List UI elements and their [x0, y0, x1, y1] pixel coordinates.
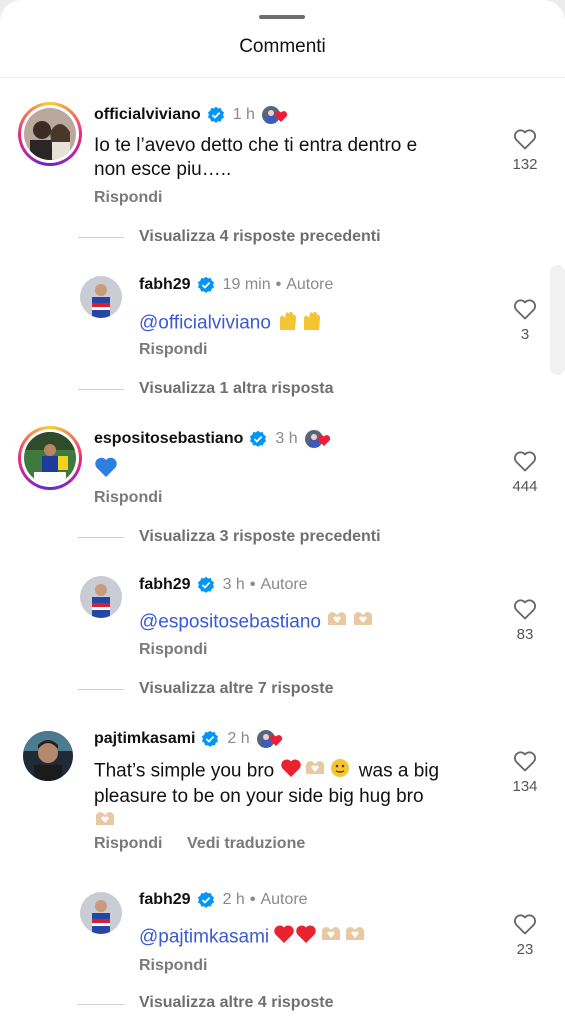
view-replies-button[interactable]: Visualizza 1 altra risposta: [139, 380, 333, 398]
like-button[interactable]: 132: [503, 128, 547, 173]
author-liked-icon: [261, 105, 291, 125]
avatar[interactable]: [80, 276, 122, 318]
reply-button[interactable]: Rispondi: [94, 489, 162, 507]
drag-handle[interactable]: [259, 15, 305, 19]
avatar[interactable]: [80, 892, 122, 934]
like-button[interactable]: 444: [503, 450, 547, 495]
header-divider: [0, 77, 565, 78]
comment-meta: espositosebastiano 3 h: [94, 429, 334, 449]
heart-icon: [513, 599, 537, 620]
heart-icon: [513, 299, 537, 320]
verified-badge-icon: [197, 576, 214, 593]
comment-meta: pajtimkasami 2 h: [94, 729, 286, 749]
username[interactable]: pajtimkasami: [94, 730, 195, 748]
thread-line: [78, 1004, 124, 1005]
reply-button[interactable]: Rispondi: [94, 835, 162, 853]
like-count: 83: [516, 626, 534, 643]
comment-text: Io te l’avevo detto che ti entra dentro …: [94, 135, 418, 180]
avatar[interactable]: [18, 102, 82, 166]
username[interactable]: fabh29: [139, 576, 191, 594]
heart-icon: [513, 914, 537, 935]
raising-hands-icon: [276, 309, 326, 338]
timestamp: 3 h: [222, 576, 245, 593]
view-replies-button[interactable]: Visualizza 3 risposte precedenti: [139, 528, 381, 546]
comment-meta: fabh29 2 h • Autore: [139, 891, 308, 909]
reply-button[interactable]: Rispondi: [139, 641, 207, 659]
view-replies-button[interactable]: Visualizza 4 risposte precedenti: [139, 228, 381, 246]
mention-link[interactable]: @officialviviano: [139, 313, 271, 334]
like-button[interactable]: 83: [503, 598, 547, 643]
mention-link[interactable]: @pajtimkasami: [139, 927, 269, 948]
reply-button[interactable]: Rispondi: [139, 957, 207, 975]
timestamp: 2 h: [227, 730, 250, 747]
comment-text: That’s simple you bro was a big pleasure…: [94, 758, 494, 834]
comment-text: @pajtimkasami: [139, 924, 370, 951]
like-button[interactable]: 3: [503, 298, 547, 343]
comment-meta: fabh29 3 h • Autore: [139, 576, 308, 594]
timestamp: 19 min: [222, 276, 271, 293]
see-translation-button[interactable]: Vedi traduzione: [187, 835, 305, 853]
username[interactable]: fabh29: [139, 276, 191, 294]
like-count: 444: [512, 478, 538, 495]
reply-button[interactable]: Rispondi: [139, 341, 207, 359]
verified-badge-icon: [197, 276, 214, 293]
author-liked-icon: [256, 729, 286, 749]
like-count: 132: [512, 156, 538, 173]
heart-icon: [513, 129, 537, 150]
heart-icon: [513, 451, 537, 472]
reply-button[interactable]: Rispondi: [94, 189, 162, 207]
username[interactable]: fabh29: [139, 891, 191, 909]
emoji-group-icon: [280, 758, 354, 785]
like-button[interactable]: 23: [503, 913, 547, 958]
author-label: Autore: [260, 891, 308, 908]
username[interactable]: officialviviano: [94, 106, 201, 124]
comment-meta: officialviviano 1 h: [94, 105, 291, 125]
blue-heart-icon: [94, 456, 118, 485]
timestamp: 3 h: [275, 430, 298, 447]
comment-meta: fabh29 19 min • Autore: [139, 276, 334, 294]
avatar[interactable]: [80, 576, 122, 618]
comments-sheet: Commenti officialviviano 1 h Io te l’ave…: [0, 0, 565, 1030]
scrollbar[interactable]: [550, 265, 565, 375]
thread-line: [78, 389, 124, 390]
author-label: Autore: [286, 276, 334, 293]
like-count: 134: [512, 778, 538, 795]
comment-text: @espositosebastiano: [139, 609, 376, 636]
heart-hands-icon: [94, 809, 116, 834]
emoji-group-icon: [274, 924, 370, 951]
verified-badge-icon: [207, 106, 224, 123]
avatar[interactable]: [18, 426, 82, 490]
like-count: 3: [520, 326, 530, 343]
username[interactable]: espositosebastiano: [94, 430, 243, 448]
avatar[interactable]: [23, 731, 73, 781]
timestamp: 2 h: [222, 891, 245, 908]
thread-line: [78, 237, 124, 238]
like-count: 23: [516, 941, 534, 958]
view-replies-button[interactable]: Visualizza altre 7 risposte: [139, 680, 333, 698]
heart-hands-icon: [326, 609, 376, 636]
page-title: Commenti: [239, 36, 326, 57]
verified-badge-icon: [250, 430, 267, 447]
thread-line: [78, 537, 124, 538]
author-label: Autore: [260, 576, 308, 593]
verified-badge-icon: [197, 891, 214, 908]
verified-badge-icon: [202, 730, 219, 747]
heart-icon: [513, 751, 537, 772]
comment-text: @officialviviano: [139, 309, 326, 338]
author-liked-icon: [304, 429, 334, 449]
mention-link[interactable]: @espositosebastiano: [139, 612, 321, 633]
view-replies-button[interactable]: Visualizza altre 4 risposte: [139, 994, 333, 1012]
comment-text: [94, 456, 118, 485]
thread-line: [78, 689, 124, 690]
like-button[interactable]: 134: [503, 750, 547, 795]
timestamp: 1 h: [232, 106, 255, 123]
